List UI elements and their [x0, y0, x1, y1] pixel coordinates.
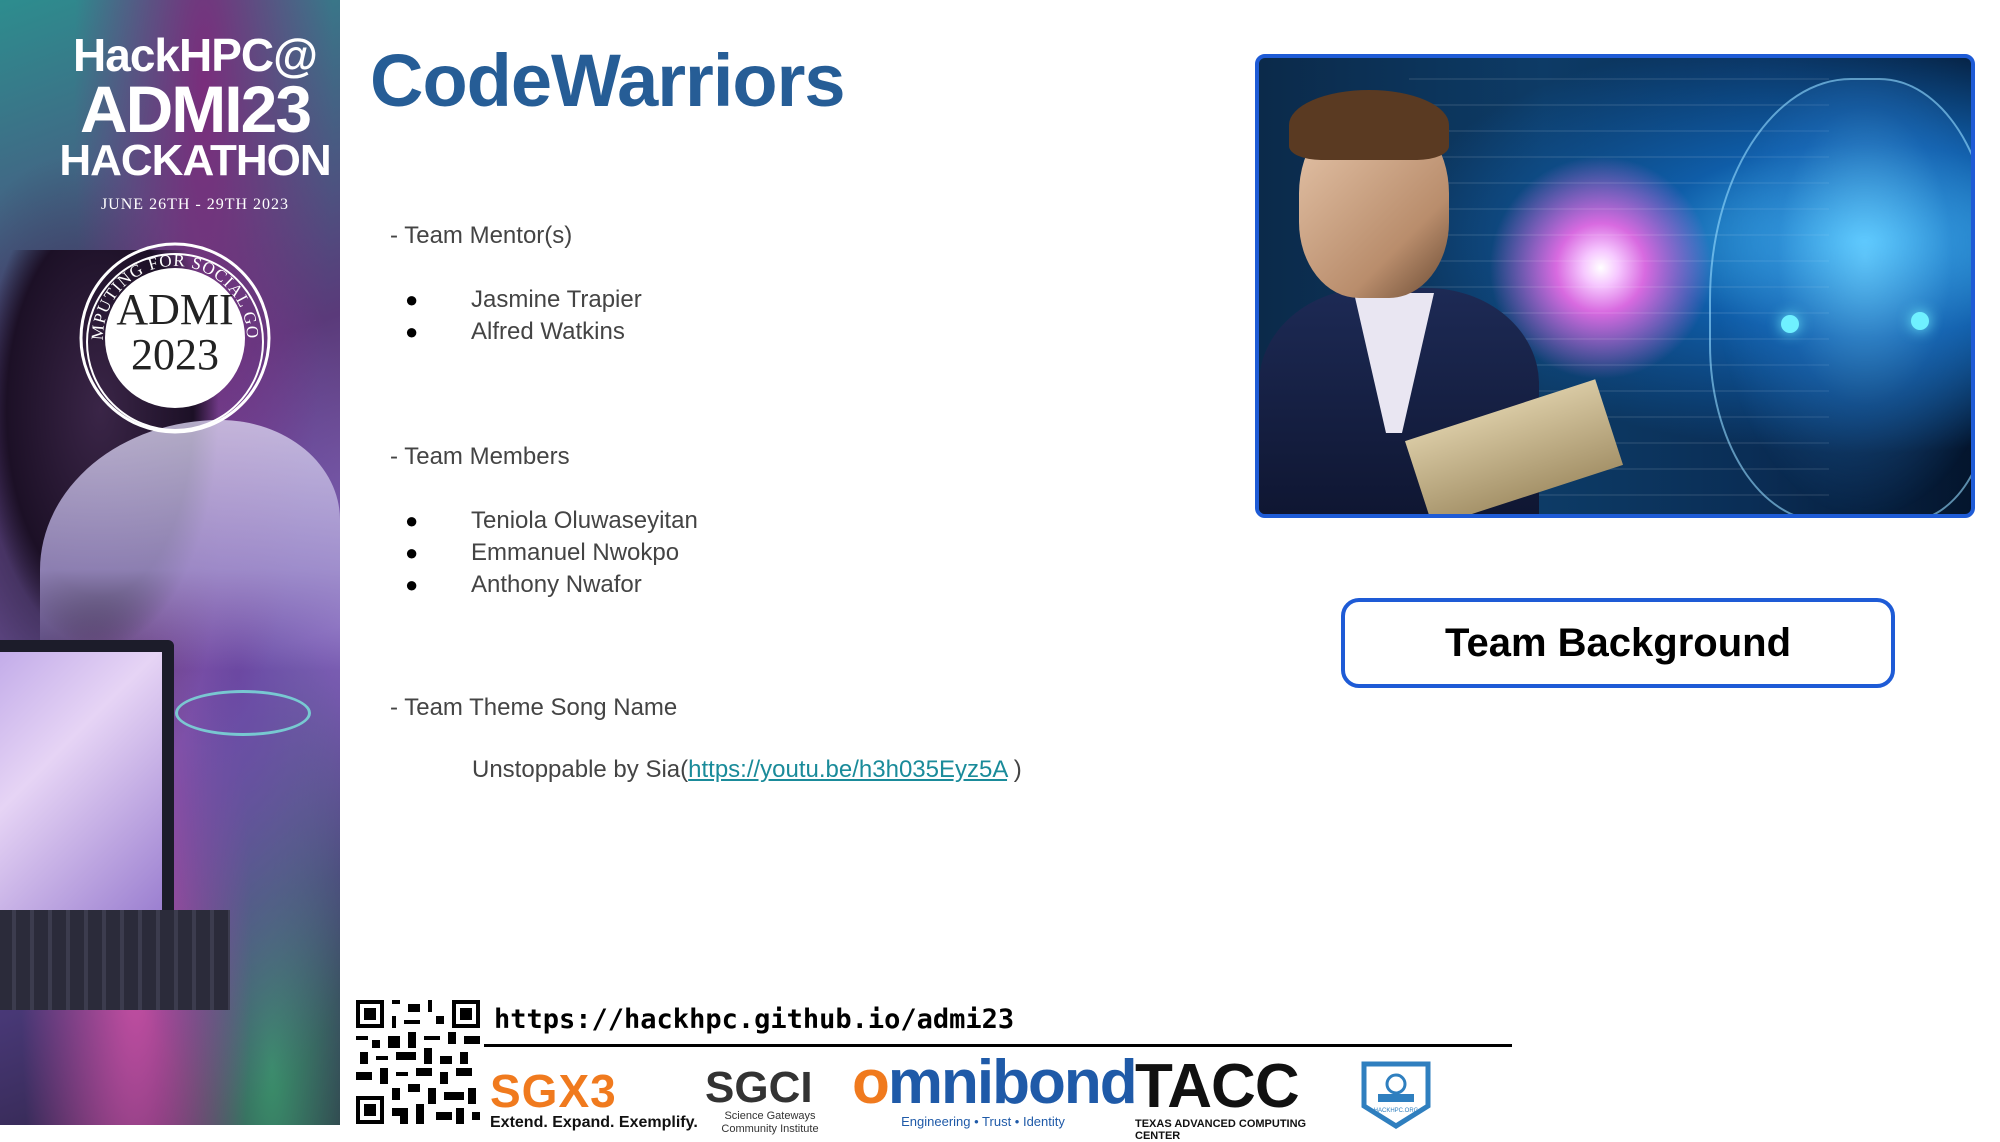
- tacc-name: TACC: [1135, 1052, 1300, 1121]
- banner-title-line3: HACKATHON: [59, 136, 331, 186]
- bullet-dot-icon: ●: [405, 572, 419, 597]
- hackhpc-shield-icon: HACKHPC.ORG: [1361, 1061, 1431, 1129]
- badge-text: HACKHPC.ORG: [1374, 1108, 1419, 1114]
- member-name: Emmanuel Nwokpo: [471, 539, 680, 566]
- qr-code-icon[interactable]: [356, 1000, 480, 1124]
- song-title: Unstoppable by Sia(: [472, 756, 689, 783]
- bullet-dot-icon: ●: [405, 508, 419, 533]
- mentor-name: Alfred Watkins: [471, 318, 625, 345]
- tacc-sub: TEXAS ADVANCED COMPUTING CENTER: [1135, 1118, 1307, 1142]
- bullet-dot-icon: ●: [405, 319, 419, 344]
- omnibond-rest: mnibond: [887, 1048, 1138, 1117]
- footer-divider: [484, 1044, 1512, 1047]
- sgci-sub1: Science Gateways: [724, 1110, 816, 1122]
- mentors-label: - Team Mentor(s): [390, 222, 573, 249]
- banner-laptop-shape: [0, 640, 174, 924]
- song-link[interactable]: https://youtu.be/h3h035Eyz5A: [688, 756, 1007, 783]
- song-suffix: ): [1007, 756, 1022, 783]
- admi-seal: COMPUTING FOR SOCIAL GOOD ADMI 2023: [75, 238, 275, 438]
- robot-head-shape: [1709, 78, 1971, 514]
- song-line: Unstoppable by Sia(https://youtu.be/h3h0…: [472, 756, 1022, 784]
- seal-line1: ADMI: [116, 285, 234, 334]
- banner-title: HackHPC@ ADMI23 HACKATHON: [55, 32, 335, 186]
- omnibond-name: omnibond: [852, 1052, 1138, 1114]
- member-name: Anthony Nwafor: [471, 571, 642, 598]
- tacc-logo: TACC TEXAS ADVANCED COMPUTING CENTER: [1135, 1056, 1335, 1142]
- seal-line2: 2023: [131, 330, 219, 379]
- sgci-name: SGCI: [705, 1063, 813, 1112]
- robot-eye-icon: [1781, 315, 1799, 333]
- mentor-name: Jasmine Trapier: [471, 286, 642, 313]
- team-image: [1255, 54, 1975, 518]
- omnibond-logo: omnibond Engineering • Trust • Identity: [852, 1052, 1138, 1130]
- robot-eye-icon: [1911, 312, 1929, 330]
- sgx3-logo: SGX3 Extend. Expand. Exemplify.: [490, 1068, 698, 1132]
- omnibond-o: o: [852, 1048, 890, 1117]
- banner-title-line2: ADMI23: [79, 71, 312, 146]
- team-title: CodeWarriors: [370, 39, 846, 122]
- banner-glass-shape: [175, 690, 311, 736]
- sgci-sub2: Community Institute: [721, 1123, 819, 1136]
- bullet-dot-icon: ●: [405, 287, 419, 312]
- man-hair-shape: [1289, 90, 1449, 160]
- sgci-logo: SGCI Science Gateways Community Institut…: [705, 1066, 835, 1136]
- banner-dates: JUNE 26TH - 29TH 2023: [100, 196, 290, 213]
- team-background-button[interactable]: Team Background: [1341, 598, 1895, 688]
- banner-keyboard-shape: [0, 910, 230, 1010]
- song-label: - Team Theme Song Name: [390, 694, 678, 721]
- bullet-dot-icon: ●: [405, 540, 419, 565]
- members-label: - Team Members: [390, 443, 570, 470]
- hackathon-banner: HackHPC@ ADMI23 HACKATHON JUNE 26TH - 29…: [0, 0, 340, 1125]
- sgx3-tagline: Extend. Expand. Exemplify.: [490, 1114, 698, 1131]
- hackathon-url[interactable]: https://hackhpc.github.io/admi23: [494, 1004, 1014, 1035]
- member-name: Teniola Oluwaseyitan: [471, 507, 698, 534]
- sgx3-name: SGX3: [490, 1065, 617, 1117]
- seal-center: ADMI 2023: [105, 268, 245, 408]
